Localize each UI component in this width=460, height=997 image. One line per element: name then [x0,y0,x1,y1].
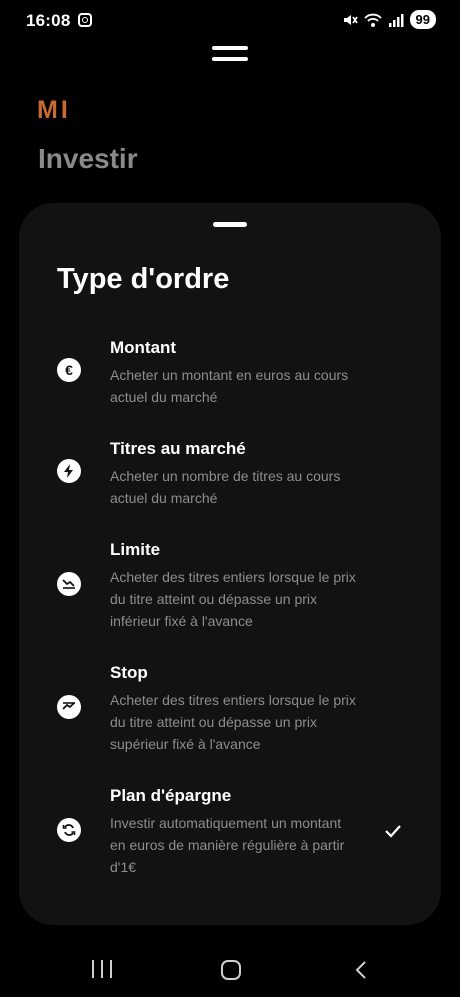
option-description: Acheter un montant en euros au cours act… [110,367,349,405]
option-title: Plan d'épargne [110,786,232,805]
option-description: Acheter des titres entiers lorsque le pr… [110,569,356,629]
checkmark-icon [385,825,401,838]
option-description: Acheter un nombre de titres au cours act… [110,468,341,506]
order-type-sheet: Type d'ordre € Montant Acheter un montan… [19,203,441,925]
sheet-title: Type d'ordre [57,263,230,295]
status-bar: 16:08 99 [0,0,460,42]
option-description: Acheter des titres entiers lorsque le pr… [110,692,356,752]
recurring-icon [57,818,81,842]
option-title: Titres au marché [110,439,246,458]
instagram-icon [78,13,92,27]
status-time: 16:08 [26,11,71,30]
mute-icon [343,14,358,25]
menu-handle[interactable] [212,46,248,66]
lightning-icon [57,459,81,483]
page-title: Investir [38,143,138,174]
option-title: Limite [110,540,161,559]
status-icons: 99 [342,10,436,29]
battery-badge: 99 [409,10,436,29]
euro-icon: € [57,358,81,382]
option-title: Montant [110,338,177,357]
back-button[interactable] [354,960,368,980]
sheet-drag-handle[interactable] [213,222,247,227]
system-nav-bar [0,940,460,997]
option-description: Investir automatiquement un montant en e… [110,815,345,875]
option-title: Stop [110,663,148,682]
recent-apps-button[interactable] [92,960,112,978]
signal-icon [388,13,404,27]
wifi-icon [363,13,382,27]
trend-up-icon [57,695,81,719]
home-button[interactable] [221,960,241,980]
trend-down-icon [57,572,81,596]
brand-logo: MI [37,96,71,124]
